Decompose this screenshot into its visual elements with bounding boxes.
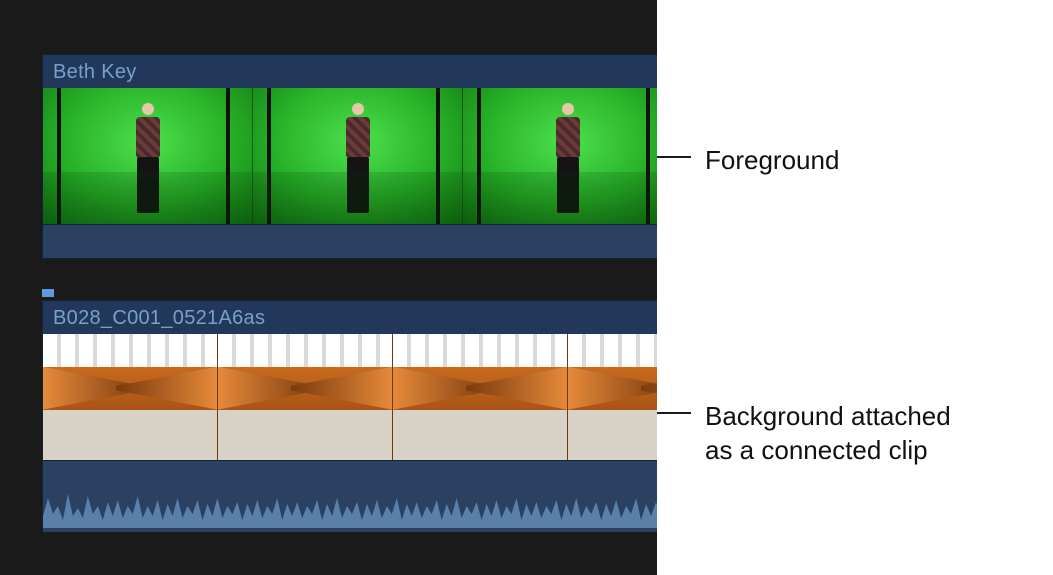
audio-waveform — [43, 460, 657, 532]
foreground-annotation: Foreground — [691, 144, 839, 178]
annotation-panel: Foreground Background attached as a conn… — [657, 0, 1053, 575]
foreground-clip[interactable]: Beth Key — [42, 54, 657, 259]
foreground-clip-title: Beth Key — [43, 55, 657, 88]
background-annotation: Background attached as a connected clip — [691, 400, 981, 468]
timeline: Beth Key B028_C001_0521A6as — [0, 0, 657, 575]
background-clip[interactable]: B028_C001_0521A6as — [42, 300, 657, 528]
connection-marker-icon — [42, 289, 54, 297]
background-clip-title: B028_C001_0521A6as — [43, 301, 657, 334]
background-filmstrip — [43, 334, 657, 460]
audio-region — [43, 224, 657, 258]
foreground-filmstrip — [43, 88, 657, 224]
